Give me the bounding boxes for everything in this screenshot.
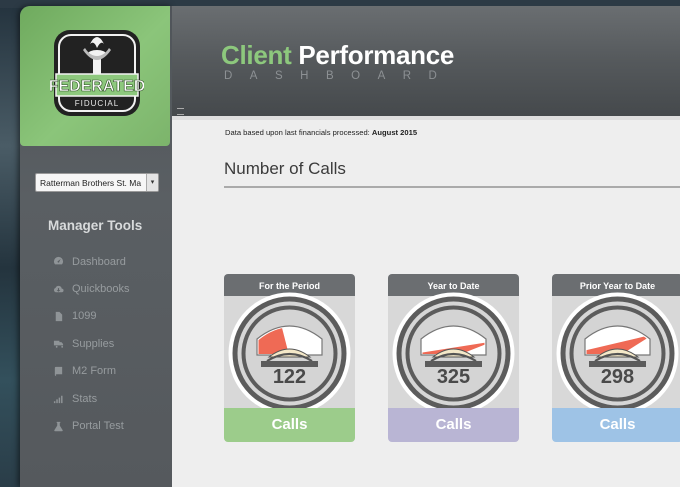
torch-logo-icon: FEDERATED FIDUCIAL <box>50 30 144 116</box>
book-icon <box>53 366 69 377</box>
sidebar-item-dashboard[interactable]: Dashboard <box>53 248 129 275</box>
menu-icon[interactable] <box>177 108 184 115</box>
sidebar-item-label: Stats <box>72 392 98 405</box>
sidebar-item-label: Portal Test <box>72 420 124 433</box>
gauge-meter <box>556 292 679 415</box>
gauge-meter <box>392 292 515 415</box>
client-select[interactable]: Ratterman Brothers St. Ma ▾ <box>35 173 159 192</box>
card-footer: Calls <box>388 408 519 442</box>
page-subtitle: DASHBOARD <box>224 70 455 82</box>
sidebar-item-label: Quickbooks <box>72 283 130 296</box>
sidebar-item-label: Supplies <box>72 337 115 350</box>
document-icon <box>53 311 69 322</box>
calls-card-prior-ytd: Prior Year to Date 298 Calls <box>552 274 680 442</box>
card-footer: Calls <box>224 408 355 442</box>
sidebar: FEDERATED FIDUCIAL Ratterman Brothers St… <box>20 6 172 487</box>
sidebar-item-1099[interactable]: 1099 <box>53 303 129 330</box>
chevron-down-icon[interactable]: ▾ <box>146 174 158 191</box>
manager-tools-nav: Dashboard Quickbooks 1099 Supplies M2 Fo… <box>53 248 129 440</box>
gauge-value: 122 <box>272 366 307 388</box>
calls-card-ytd: Year to Date 325 Calls <box>388 274 519 442</box>
processed-note: Data based upon last financials processe… <box>225 128 417 137</box>
sidebar-item-label: M2 Form <box>72 365 116 378</box>
sidebar-item-stats[interactable]: Stats <box>53 385 129 412</box>
client-select-value: Ratterman Brothers St. Ma <box>40 178 142 188</box>
page-title-client: Client <box>221 40 292 70</box>
section-divider <box>224 186 680 188</box>
gauge-value: 325 <box>436 366 471 388</box>
page-title-performance: Performance <box>298 40 455 70</box>
header: Client Performance DASHBOARD <box>172 6 680 116</box>
page-title: Client Performance <box>221 40 454 71</box>
sidebar-item-quickbooks[interactable]: Quickbooks <box>53 275 129 302</box>
flask-icon <box>53 421 69 432</box>
cloud-download-icon <box>53 284 69 295</box>
gauge-value: 298 <box>600 366 635 388</box>
svg-text:FEDERATED: FEDERATED <box>50 78 144 95</box>
calls-card-period: For the Period 122 Calls <box>224 274 355 442</box>
sidebar-item-supplies[interactable]: Supplies <box>53 330 129 357</box>
truck-icon <box>53 338 69 349</box>
svg-text:FIDUCIAL: FIDUCIAL <box>75 99 119 108</box>
sidebar-item-m2-form[interactable]: M2 Form <box>53 358 129 385</box>
main-content: Data based upon last financials processe… <box>172 116 680 487</box>
dashboard-icon <box>53 256 69 267</box>
sidebar-item-portal-test[interactable]: Portal Test <box>53 412 129 439</box>
sidebar-item-label: Dashboard <box>72 255 126 268</box>
signal-bars-icon <box>53 393 69 404</box>
section-title: Number of Calls <box>224 159 346 178</box>
card-footer: Calls <box>552 408 680 442</box>
logo-panel[interactable]: FEDERATED FIDUCIAL <box>20 6 170 146</box>
manager-tools-heading: Manager Tools <box>48 218 143 233</box>
gauge-meter <box>228 292 351 415</box>
processed-date: August 2015 <box>371 128 418 137</box>
sidebar-item-label: 1099 <box>72 310 97 323</box>
processed-prefix: Data based upon last financials processe… <box>225 128 370 137</box>
